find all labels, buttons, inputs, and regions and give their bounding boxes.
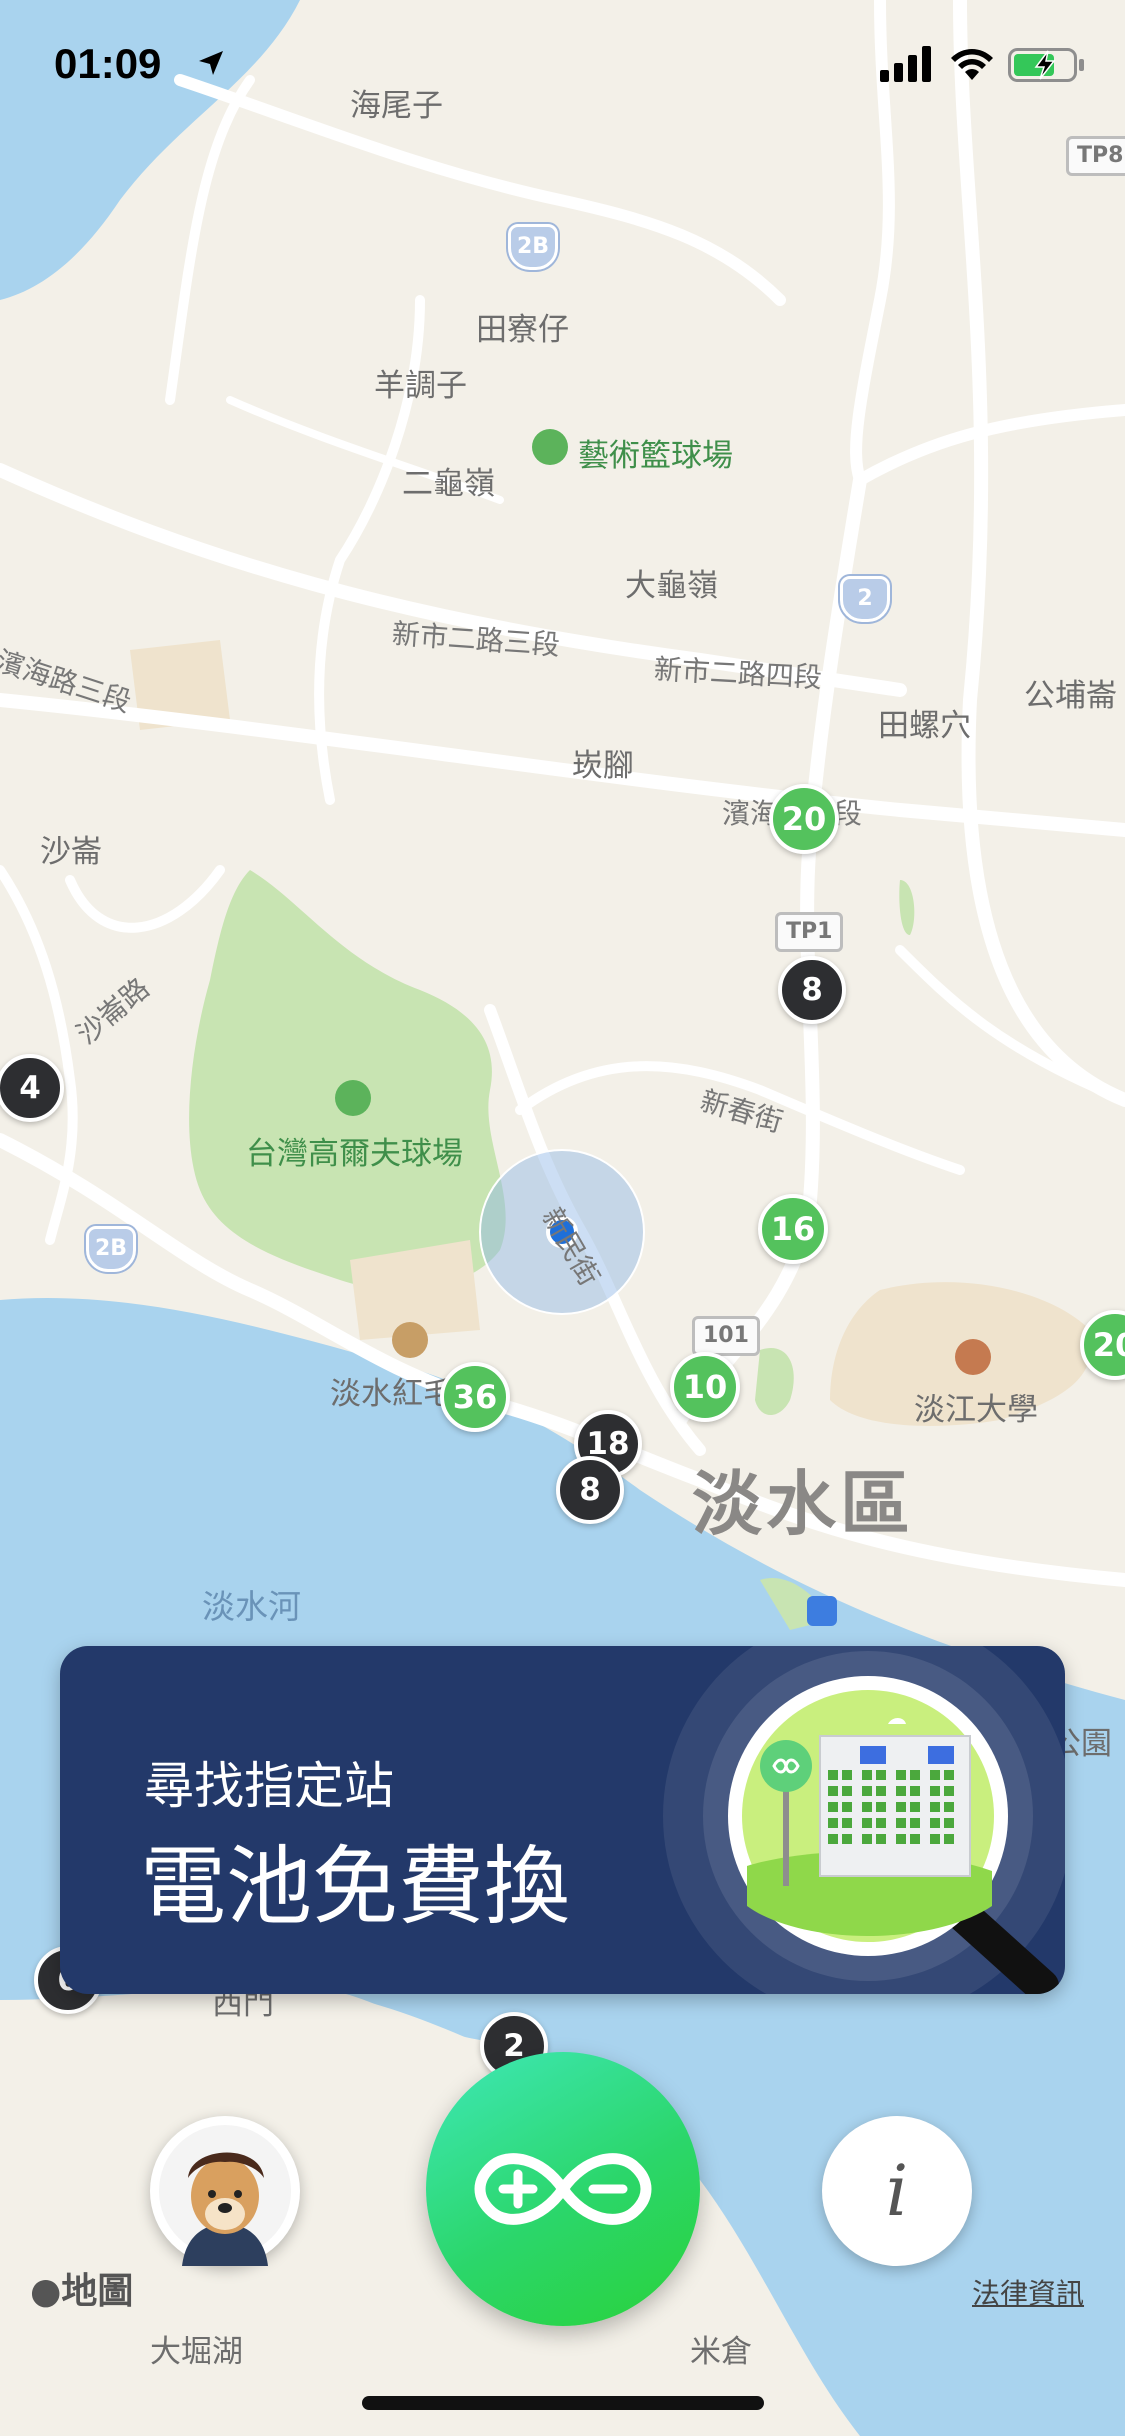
apple-maps-attribution: ●地圖 — [30, 2262, 133, 2314]
highway-shield: 2 — [840, 576, 890, 622]
battery-swap-button[interactable] — [426, 2052, 700, 2326]
highway-shield: 2B — [86, 1226, 136, 1272]
place-label: 田螺穴 — [878, 708, 971, 744]
status-time: 01:09 — [54, 40, 162, 87]
station-pin[interactable]: 8 — [778, 956, 846, 1024]
place-label: 大龜嶺 — [625, 568, 718, 604]
battery-icon — [1008, 48, 1084, 82]
status-bar: 01:09 — [0, 0, 1125, 130]
place-label: 羊調子 — [374, 368, 467, 404]
infinity-plus-minus-icon — [474, 2153, 652, 2225]
location-arrow-icon — [199, 51, 223, 75]
magnifier-station-illustration — [663, 1646, 1065, 1994]
place-label: 米倉 — [690, 2334, 752, 2370]
banner-title: 電池免費換 — [140, 1837, 570, 1937]
legal-link[interactable]: 法律資訊 — [972, 2272, 1084, 2312]
poi-university[interactable]: 淡江大學 — [914, 1384, 1038, 1429]
cellular-signal-icon — [880, 46, 931, 82]
apple-logo-icon: ● — [30, 2271, 62, 2312]
station-pin[interactable]: 20 — [769, 784, 839, 854]
info-button[interactable]: i — [822, 2116, 972, 2266]
avatar — [159, 2125, 291, 2266]
promo-banner[interactable]: 尋找指定站 電池免費換 — [60, 1646, 1065, 1994]
info-icon: i — [885, 2150, 909, 2232]
station-pin[interactable]: 36 — [440, 1362, 510, 1432]
station-pin[interactable]: 10 — [670, 1352, 740, 1422]
highway-shield: 2B — [508, 224, 558, 270]
station-pin[interactable]: 8 — [556, 1456, 624, 1524]
place-label: 田寮仔 — [476, 312, 569, 348]
poi-basketball-court[interactable]: 藝術籃球場 — [578, 430, 733, 475]
district-label: 淡水區 — [692, 1463, 914, 1545]
wifi-icon — [951, 49, 993, 80]
road-shield: 101 — [692, 1316, 760, 1356]
road-shield: TP8 — [1066, 136, 1125, 176]
place-label: 崁腳 — [572, 748, 634, 784]
river-label: 淡水河 — [202, 1587, 301, 1626]
road-shield: TP1 — [775, 912, 844, 952]
place-label: 沙崙 — [40, 834, 102, 870]
poi-golf-course[interactable]: 台灣高爾夫球場 — [246, 1128, 463, 1173]
station-pin[interactable]: 16 — [758, 1194, 828, 1264]
profile-avatar-button[interactable] — [150, 2116, 300, 2266]
home-indicator[interactable] — [362, 2396, 764, 2410]
place-label: 二龜嶺 — [402, 466, 495, 502]
maps-label: 地圖 — [61, 2271, 134, 2312]
place-label: 大堀湖 — [150, 2334, 243, 2370]
place-label: 公埔崙 — [1024, 678, 1117, 714]
banner-subtitle: 尋找指定站 — [144, 1757, 394, 1815]
